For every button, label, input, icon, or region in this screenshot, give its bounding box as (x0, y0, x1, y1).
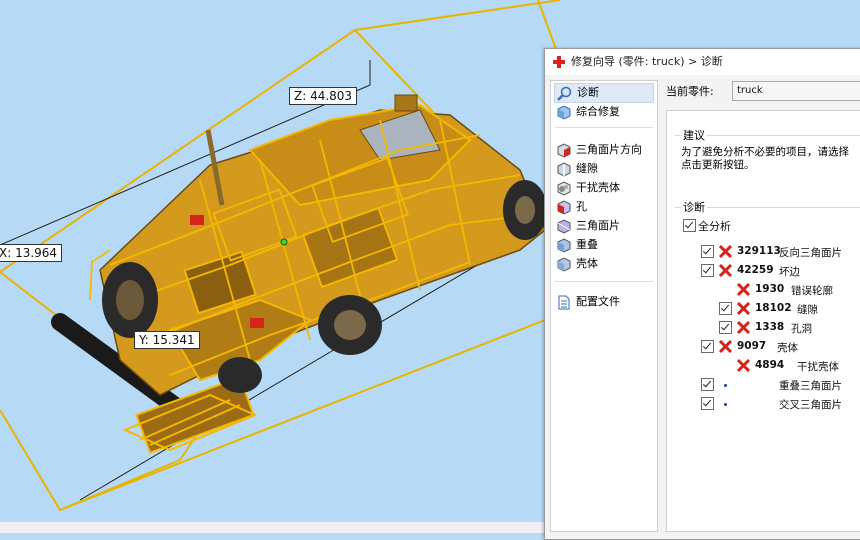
hole-count: 1338 (755, 321, 785, 333)
nav-item-label: 三角面片方向 (576, 143, 642, 156)
z-dimension-label: Z: 44.803 (289, 87, 358, 105)
bottom-status-strip (0, 522, 545, 533)
error-x-icon (719, 340, 732, 353)
red-cross-icon (553, 56, 565, 68)
interfering-shell-count: 4894 (755, 359, 785, 371)
nav-separator (555, 127, 653, 128)
error-x-icon (719, 245, 732, 258)
wizard-title: 修复向导 (零件: truck) > 诊断 (571, 55, 723, 68)
x-dimension-label: X: 13.964 (0, 244, 63, 262)
nav-item-diagnose[interactable]: 诊断 (554, 83, 654, 103)
pivot-point (280, 238, 288, 246)
error-x-icon (737, 321, 750, 334)
nav-item-overlap[interactable]: 重叠 (554, 236, 652, 254)
overlap-triangles-label: 重叠三角面片 (779, 380, 842, 392)
nav-item-label: 缝隙 (576, 162, 598, 175)
shell-checkbox[interactable] (701, 340, 714, 353)
shell-count: 9097 (737, 340, 767, 352)
current-part-label: 当前零件: (666, 85, 714, 98)
nav-item-gap[interactable]: 缝隙 (554, 160, 652, 178)
advice-group-title: 建议 (681, 127, 707, 143)
wrong-contour-label: 错误轮廓 (791, 285, 833, 297)
nav-item-repair[interactable]: 综合修复 (554, 103, 652, 121)
current-part-field[interactable]: truck (732, 81, 860, 101)
error-x-icon (737, 359, 750, 372)
nav-item-label: 壳体 (576, 257, 598, 270)
hole-checkbox[interactable] (719, 321, 732, 334)
cube-orientation-icon (557, 143, 571, 158)
ok-dot-icon (724, 403, 727, 406)
reverse-triangles-label: 反向三角面片 (779, 247, 842, 259)
nav-item-label: 孔 (576, 200, 587, 213)
intersecting-triangles-label: 交叉三角面片 (779, 399, 842, 411)
gap-count: 18102 (755, 302, 792, 314)
full-analysis-checkbox[interactable] (683, 219, 696, 232)
advice-line-2: 点击更新按钮。 (681, 159, 755, 171)
nav-item-label: 诊断 (577, 86, 599, 99)
wizard-nav-panel: 诊断 综合修复 三角面片方向 缝隙 干扰壳体 孔 三角面片 重叠 壳体 配置文件 (550, 80, 658, 532)
hole-label: 孔洞 (791, 323, 812, 335)
diagnosis-group-title: 诊断 (681, 199, 707, 215)
wizard-inner-panel: 建议 为了避免分析不必要的项目，请选择 点击更新按钮。 诊断 全分析 32911… (666, 110, 860, 532)
nav-item-profile[interactable]: 配置文件 (554, 293, 652, 311)
nav-item-label: 干扰壳体 (576, 181, 620, 194)
nav-item-label: 三角面片 (576, 219, 620, 232)
nav-item-label: 综合修复 (576, 105, 620, 118)
bad-edges-checkbox[interactable] (701, 264, 714, 277)
repair-wizard-window[interactable]: 修复向导 (零件: truck) > 诊断 诊断 综合修复 三角面片方向 缝隙 … (544, 48, 860, 540)
full-analysis-label: 全分析 (698, 220, 731, 233)
cube-hole-icon (557, 200, 571, 215)
gap-checkbox[interactable] (719, 302, 732, 315)
bad-edges-label: 坏边 (779, 266, 800, 278)
cube-repair-icon (557, 105, 571, 120)
error-x-icon (719, 264, 732, 277)
nav-item-interfering-shell[interactable]: 干扰壳体 (554, 179, 652, 197)
shell-label: 壳体 (777, 342, 798, 354)
nav-item-triangle-orientation[interactable]: 三角面片方向 (554, 141, 652, 159)
document-icon (558, 295, 570, 310)
cube-gap-icon (557, 162, 571, 177)
nav-item-triangles[interactable]: 三角面片 (554, 217, 652, 235)
wizard-content: 当前零件: truck 建议 为了避免分析不必要的项目，请选择 点击更新按钮。 … (662, 80, 860, 532)
cube-shell-icon (557, 181, 571, 196)
nav-item-label: 配置文件 (576, 295, 620, 308)
intersecting-triangles-checkbox[interactable] (701, 397, 714, 410)
reverse-triangles-count: 329113 (737, 245, 781, 257)
overlap-triangles-checkbox[interactable] (701, 378, 714, 391)
cube-overlap-icon (557, 238, 571, 253)
nav-item-shell[interactable]: 壳体 (554, 255, 652, 273)
y-dimension-label: Y: 15.341 (134, 331, 200, 349)
error-x-icon (737, 302, 750, 315)
wrong-contour-count: 1930 (755, 283, 785, 295)
nav-item-hole[interactable]: 孔 (554, 198, 652, 216)
nav-item-label: 重叠 (576, 238, 598, 251)
magnifier-icon (557, 86, 572, 101)
error-x-icon (737, 283, 750, 296)
nav-separator (555, 281, 653, 282)
ok-dot-icon (724, 384, 727, 387)
advice-line-1: 为了避免分析不必要的项目，请选择 (681, 146, 849, 158)
wizard-titlebar[interactable]: 修复向导 (零件: truck) > 诊断 (545, 49, 860, 75)
interfering-shell-label: 干扰壳体 (797, 361, 839, 373)
reverse-triangles-checkbox[interactable] (701, 245, 714, 258)
cube-triangles-icon (557, 219, 571, 234)
bad-edges-count: 42259 (737, 264, 774, 276)
gap-label: 缝隙 (797, 304, 818, 316)
advice-text: 为了避免分析不必要的项目，请选择 点击更新按钮。 (681, 146, 849, 172)
cube-icon (557, 257, 571, 272)
